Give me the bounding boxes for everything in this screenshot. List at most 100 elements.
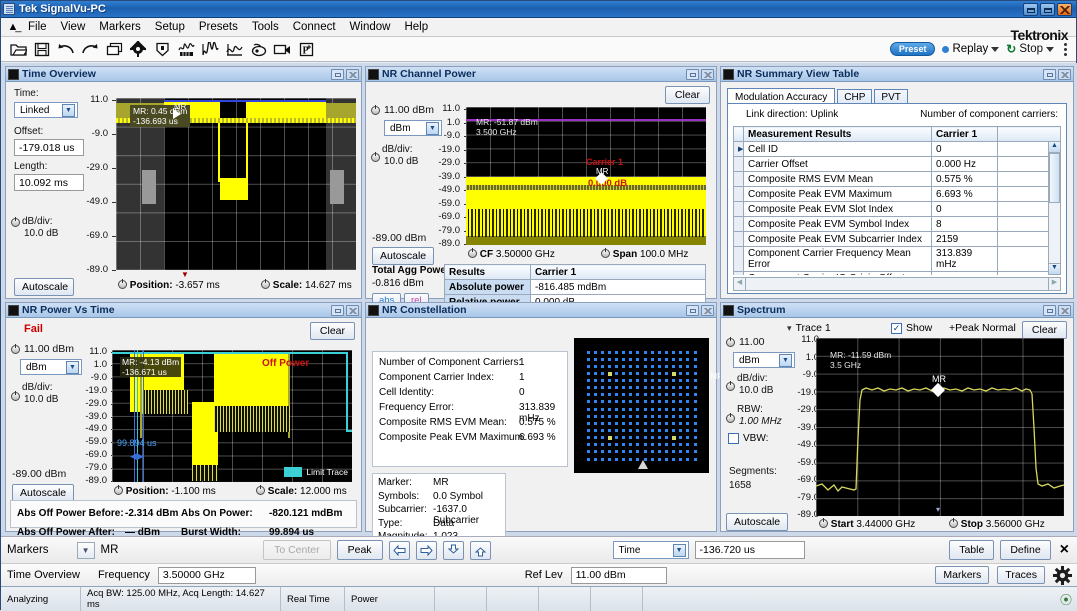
eject-icon[interactable]: ▲̲ bbox=[5, 21, 21, 33]
scroll-thumb[interactable] bbox=[1049, 153, 1060, 203]
pvt-scale-knob-icon[interactable] bbox=[256, 486, 265, 495]
cp-reflevel-knob-icon[interactable] bbox=[371, 106, 380, 115]
marker-icon[interactable] bbox=[150, 38, 174, 60]
chevron-down-icon-2[interactable] bbox=[1046, 47, 1054, 52]
spectrum-show-control[interactable]: ✓ Show bbox=[891, 322, 932, 334]
constellation-close-button[interactable] bbox=[701, 305, 714, 316]
span-knob-icon[interactable] bbox=[601, 249, 610, 258]
marker-left-button[interactable] bbox=[389, 541, 410, 560]
summary-table-restore-button[interactable] bbox=[1043, 69, 1056, 80]
menu-setup[interactable]: Setup bbox=[148, 19, 192, 35]
traces-button[interactable]: Traces bbox=[997, 566, 1045, 584]
scroll-left-icon[interactable]: ◀ bbox=[734, 278, 746, 290]
trace-icon[interactable] bbox=[198, 38, 222, 60]
marker-value-input[interactable]: -136.720 us bbox=[695, 541, 805, 559]
table-row[interactable]: Absolute power-816.485 mdBm bbox=[445, 280, 706, 295]
peak-button[interactable]: Peak bbox=[337, 540, 383, 560]
spectrum-clear-button[interactable]: Clear bbox=[1022, 321, 1067, 339]
open-folder-icon[interactable] bbox=[6, 38, 30, 60]
spectrum-close-button[interactable] bbox=[1058, 305, 1071, 316]
to-center-button[interactable]: To Center bbox=[263, 540, 331, 560]
marker-define-button[interactable]: Define bbox=[1000, 540, 1050, 560]
pvt-dbdiv-knob-icon[interactable] bbox=[11, 392, 20, 401]
menu-presets[interactable]: Presets bbox=[192, 19, 245, 35]
start-knob-icon[interactable] bbox=[819, 519, 828, 528]
summary-table-vscrollbar[interactable]: ▲ ▼ bbox=[1048, 141, 1061, 275]
menu-file[interactable]: File bbox=[21, 19, 54, 35]
table-row[interactable]: Composite Peak EVM Symbol Index8 bbox=[734, 217, 1061, 232]
show-checkbox[interactable]: ✓ bbox=[891, 323, 902, 334]
summary-table-hscrollbar[interactable]: ◀ ▶ bbox=[733, 277, 1061, 291]
table-row[interactable]: Component Carrier IQ Origin Offset Mean-… bbox=[734, 272, 1061, 276]
close-button[interactable] bbox=[1057, 3, 1072, 16]
channel-power-clear-button[interactable]: Clear bbox=[665, 86, 710, 104]
pvt-position-knob-icon[interactable] bbox=[114, 486, 123, 495]
menu-window[interactable]: Window bbox=[343, 19, 398, 35]
trace-expand-icon[interactable]: ▾ bbox=[787, 323, 792, 334]
cp-unit-select[interactable]: dBm ▼ bbox=[384, 120, 442, 136]
position-knob-icon[interactable] bbox=[118, 280, 127, 289]
minimize-button[interactable] bbox=[1023, 3, 1038, 16]
spectrogram-icon[interactable] bbox=[174, 38, 198, 60]
undo-icon[interactable] bbox=[54, 38, 78, 60]
constellation-plot[interactable]: MR bbox=[574, 338, 709, 473]
touch-icon[interactable] bbox=[246, 38, 270, 60]
summary-table-close-button[interactable] bbox=[1058, 69, 1071, 80]
redo-icon[interactable] bbox=[78, 38, 102, 60]
markers-button[interactable]: Markers bbox=[935, 566, 989, 584]
settings-gear-icon[interactable] bbox=[1053, 566, 1072, 585]
save-icon[interactable] bbox=[30, 38, 54, 60]
sp-rbw-knob-icon[interactable] bbox=[726, 414, 735, 423]
marker-select-dropdown[interactable]: ▼ bbox=[77, 542, 95, 559]
marker-up-button[interactable] bbox=[470, 541, 491, 560]
offset-input[interactable]: -179.018 us bbox=[14, 139, 84, 156]
scroll-up-icon[interactable]: ▲ bbox=[1049, 142, 1060, 153]
stop-control[interactable]: ↻ Stop bbox=[1006, 42, 1054, 56]
table-row[interactable]: Composite Peak EVM Slot Index0 bbox=[734, 202, 1061, 217]
sp-reflevel-knob-icon[interactable] bbox=[726, 338, 735, 347]
marker-down-button[interactable] bbox=[443, 541, 464, 560]
pvt-clear-button[interactable]: Clear bbox=[310, 322, 355, 340]
table-row[interactable]: Composite Peak EVM Subcarrier Index2159 bbox=[734, 232, 1061, 247]
to-marker-pointer-icon[interactable] bbox=[173, 109, 181, 119]
spectrum-trace-control[interactable]: ▾ Trace 1 bbox=[787, 322, 831, 334]
constellation-restore-button[interactable] bbox=[686, 305, 699, 316]
table-row[interactable]: Composite RMS EVM Mean0.575 % bbox=[734, 172, 1061, 187]
frequency-input[interactable]: 3.50000 GHz bbox=[158, 567, 256, 584]
stop-knob-icon[interactable] bbox=[949, 519, 958, 528]
camera-icon[interactable] bbox=[270, 38, 294, 60]
channel-power-close-button[interactable] bbox=[701, 69, 714, 80]
pvt-plot[interactable]: Off Power MR: -4.13 dBm -136.671 us 99.8… bbox=[112, 350, 352, 482]
menu-tools[interactable]: Tools bbox=[245, 19, 286, 35]
cf-knob-icon[interactable] bbox=[468, 249, 477, 258]
time-mode-select[interactable]: Linked ▼ bbox=[14, 102, 78, 118]
scroll-right-icon[interactable]: ▶ bbox=[1048, 278, 1060, 290]
reflev-input[interactable]: 11.00 dBm bbox=[571, 567, 667, 584]
sp-dbdiv-knob-icon[interactable] bbox=[726, 382, 735, 391]
spectrum-restore-button[interactable] bbox=[1043, 305, 1056, 316]
menu-help[interactable]: Help bbox=[397, 19, 435, 35]
sp-vbw-control[interactable]: VBW: bbox=[728, 433, 768, 444]
menu-view[interactable]: View bbox=[54, 19, 93, 35]
channel-power-plot[interactable]: MR: -51.87 dBm 3.500 GHz Carrier 1 0.000… bbox=[466, 107, 706, 245]
time-overview-restore-button[interactable] bbox=[331, 69, 344, 80]
table-row[interactable]: Carrier Offset0.000 Hz bbox=[734, 157, 1061, 172]
table-row[interactable]: Component Carrier Frequency Mean Error31… bbox=[734, 247, 1061, 272]
pvt-unit-select[interactable]: dBm ▼ bbox=[20, 359, 82, 375]
chevron-down-icon[interactable] bbox=[991, 47, 999, 52]
time-overview-autoscale-button[interactable]: Autoscale bbox=[14, 278, 74, 296]
gear-icon[interactable] bbox=[126, 38, 150, 60]
time-overview-plot[interactable]: MR: 0.45 dBm -136.693 us MR bbox=[116, 98, 356, 270]
marker-close-button[interactable]: × bbox=[1057, 543, 1072, 557]
sp-unit-select[interactable]: dBm ▼ bbox=[733, 352, 795, 368]
menu-connect[interactable]: Connect bbox=[286, 19, 343, 35]
pvt-close-button[interactable] bbox=[346, 305, 359, 316]
scale-knob-icon[interactable] bbox=[261, 280, 270, 289]
spectrum-autoscale-button[interactable]: Autoscale bbox=[726, 513, 788, 531]
marker-table-button[interactable]: Table bbox=[949, 540, 994, 560]
measure-icon[interactable] bbox=[222, 38, 246, 60]
print-icon[interactable]: P bbox=[294, 38, 318, 60]
table-row[interactable]: Composite Peak EVM Maximum6.693 % bbox=[734, 187, 1061, 202]
replay-control[interactable]: Replay bbox=[942, 43, 999, 55]
pvt-reflevel-knob-icon[interactable] bbox=[11, 345, 20, 354]
